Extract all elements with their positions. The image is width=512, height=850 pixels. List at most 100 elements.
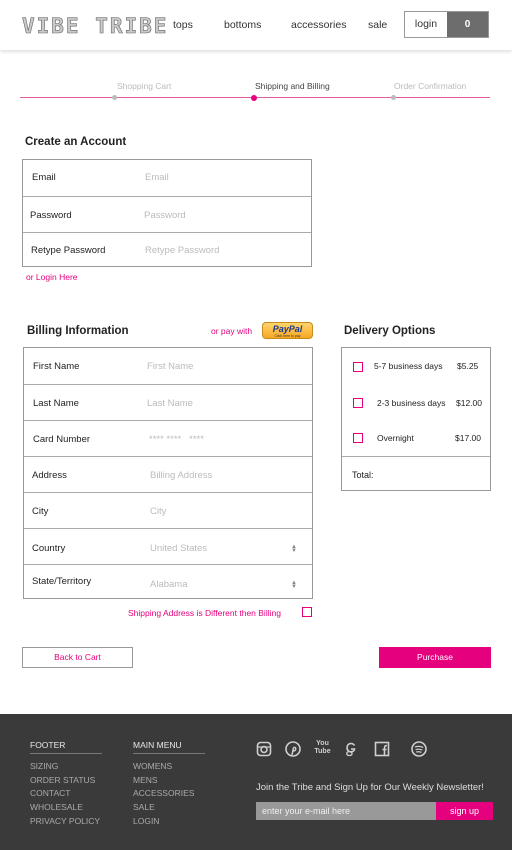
password-label: Password (30, 210, 72, 221)
footer-link-login[interactable]: LOGIN (133, 816, 159, 826)
youtube-text: You Tube (314, 740, 331, 755)
password-field[interactable]: Password (144, 210, 186, 221)
billing-form: First Name First Name Last Name Last Nam… (23, 347, 313, 599)
password-row: Password Password (23, 196, 311, 232)
create-account-heading: Create an Account (25, 136, 127, 148)
city-label: City (32, 506, 49, 517)
footer-col1-title: FOOTER (30, 740, 66, 750)
footer-link-accessories[interactable]: ACCESSORIES (133, 788, 194, 798)
login-button[interactable]: login (405, 12, 447, 37)
delivery-heading: Delivery Options (344, 325, 436, 337)
newsletter-email-input[interactable] (256, 802, 436, 820)
total-label: Total: (352, 470, 374, 480)
delivery-overnight-label: Overnight (377, 433, 414, 443)
shipping-different-checkbox[interactable] (302, 607, 312, 617)
state-select[interactable]: Alabama (150, 579, 188, 590)
instagram-icon[interactable] (256, 741, 272, 757)
address-row: Address Billing Address (24, 456, 312, 492)
nav-accessories[interactable]: accessories (291, 19, 346, 31)
footer-link-sale[interactable]: SALE (133, 802, 155, 812)
google-plus-icon[interactable] (343, 741, 359, 757)
delivery-option-standard[interactable]: 5-7 business days $5.25 (342, 348, 490, 384)
login-here-line: or Login Here (26, 272, 78, 283)
country-row: Country United States ▲ ▼ (24, 528, 312, 564)
last-name-label: Last Name (33, 398, 79, 409)
delivery-overnight-price: $17.00 (455, 433, 481, 443)
footer-link-privacy-policy[interactable]: PRIVACY POLICY (30, 816, 100, 826)
retype-password-row: Retype Password Retype Password (23, 232, 311, 267)
email-label: Email (32, 172, 56, 183)
pinterest-icon[interactable] (285, 741, 301, 757)
delivery-standard-checkbox[interactable] (353, 362, 363, 372)
footer-col2-title: MAIN MENU (133, 740, 182, 750)
footer-link-mens[interactable]: MENS (133, 775, 158, 785)
card-number-field[interactable]: **** **** **** (149, 434, 204, 445)
step-dot-2-active (251, 94, 257, 101)
login-cart-box: login 0 (404, 11, 489, 38)
delivery-total-row: Total: (342, 456, 490, 491)
delivery-options-box: 5-7 business days $5.25 2-3 business day… (341, 347, 491, 491)
footer-link-womens[interactable]: WOMENS (133, 761, 172, 771)
shipping-different-label: Shipping Address is Different then Billi… (128, 608, 281, 618)
cart-count-button[interactable]: 0 (447, 12, 488, 37)
first-name-label: First Name (33, 361, 80, 372)
delivery-express-checkbox[interactable] (353, 398, 363, 408)
facebook-icon[interactable] (374, 741, 390, 757)
newsletter-text: Join the Tribe and Sign Up for Our Weekl… (256, 782, 484, 793)
delivery-standard-label: 5-7 business days (374, 361, 443, 371)
logo[interactable]: VIBE TRIBE (22, 14, 168, 39)
nav-tops[interactable]: tops (173, 19, 193, 31)
step-order-confirmation: Order Confirmation (394, 81, 467, 91)
state-row: State/Territory Alabama ▲ ▼ (24, 564, 312, 599)
card-number-label: Card Number (33, 434, 91, 445)
country-select-arrow-icon[interactable]: ▲ ▼ (291, 544, 297, 554)
paypal-logo: PayPal (272, 324, 303, 334)
last-name-row: Last Name Last Name (24, 384, 312, 420)
step-shipping-billing: Shipping and Billing (255, 81, 330, 91)
address-field[interactable]: Billing Address (150, 470, 212, 481)
retype-password-label: Retype Password (31, 245, 106, 256)
youtube-icon[interactable]: You Tube (314, 740, 331, 758)
country-label: Country (32, 543, 66, 554)
footer-link-contact[interactable]: CONTACT (30, 788, 70, 798)
spotify-icon[interactable] (411, 741, 427, 757)
account-form: Email Email Password Password Retype Pas… (22, 159, 312, 267)
or-text: or (26, 272, 36, 282)
first-name-row: First Name First Name (24, 348, 312, 384)
city-row: City City (24, 492, 312, 528)
email-row: Email Email (23, 160, 311, 196)
footer-col1-divider (30, 753, 102, 754)
email-field[interactable]: Email (145, 172, 169, 183)
signup-button[interactable]: sign up (436, 802, 493, 820)
paypal-button[interactable]: PayPal Click here to pay (262, 322, 313, 339)
delivery-overnight-checkbox[interactable] (353, 433, 363, 443)
first-name-field[interactable]: First Name (147, 361, 193, 372)
paypal-subtext: Click here to pay (274, 334, 301, 338)
step-dot-1 (112, 95, 117, 100)
city-field[interactable]: City (150, 506, 166, 517)
card-number-row: Card Number **** **** **** (24, 420, 312, 456)
retype-password-field[interactable]: Retype Password (145, 245, 219, 256)
footer-link-sizing[interactable]: SIZING (30, 761, 58, 771)
login-here-link[interactable]: Login Here (36, 272, 78, 282)
delivery-express-price: $12.00 (456, 398, 482, 408)
footer-col2-divider (133, 753, 205, 754)
nav-bottoms[interactable]: bottoms (224, 19, 261, 31)
step-shopping-cart[interactable]: Shopping Cart (117, 81, 171, 91)
footer-link-wholesale[interactable]: WHOLESALE (30, 802, 83, 812)
footer-link-order-status[interactable]: ORDER STATUS (30, 775, 95, 785)
delivery-option-express[interactable]: 2-3 business days $12.00 (342, 384, 490, 420)
delivery-standard-price: $5.25 (457, 361, 479, 371)
back-to-cart-button[interactable]: Back to Cart (22, 647, 133, 668)
purchase-button[interactable]: Purchase (379, 647, 491, 668)
billing-heading: Billing Information (27, 325, 129, 337)
address-label: Address (32, 470, 67, 481)
or-pay-with-text: or pay with (211, 326, 253, 336)
delivery-express-label: 2-3 business days (377, 398, 446, 408)
state-label: State/Territory (32, 576, 92, 587)
state-select-arrow-icon[interactable]: ▲ ▼ (291, 580, 297, 590)
last-name-field[interactable]: Last Name (147, 398, 193, 409)
nav-sale[interactable]: sale (368, 19, 387, 31)
country-select[interactable]: United States (150, 543, 207, 554)
delivery-option-overnight[interactable]: Overnight $17.00 (342, 420, 490, 456)
